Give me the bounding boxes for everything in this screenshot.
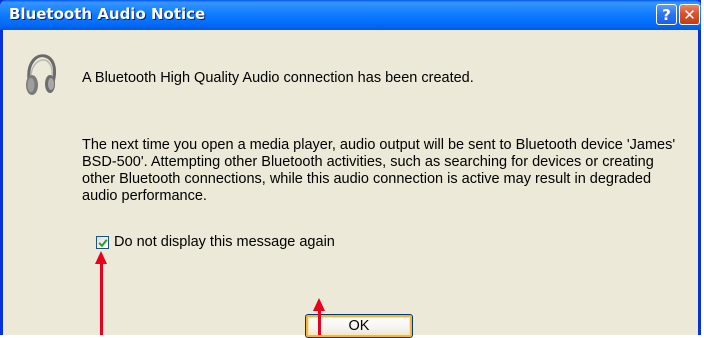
checkmark-icon (98, 238, 108, 247)
dont-show-again-option[interactable]: Do not display this message again (96, 233, 335, 251)
window-title: Bluetooth Audio Notice (9, 5, 206, 23)
dont-show-again-label: Do not display this message again (114, 233, 335, 250)
headline-message: A Bluetooth High Quality Audio connectio… (82, 70, 474, 86)
annotation-arrow-ok (318, 310, 321, 335)
dialog-body: A Bluetooth High Quality Audio connectio… (3, 30, 698, 338)
ok-button[interactable]: OK (305, 314, 413, 338)
headphones-icon (23, 50, 57, 98)
help-button[interactable]: ? (656, 4, 677, 25)
annotation-arrow-checkbox (100, 263, 103, 335)
title-bar[interactable]: Bluetooth Audio Notice ? ✕ (0, 0, 701, 30)
close-button[interactable]: ✕ (679, 4, 700, 25)
close-icon: ✕ (683, 5, 696, 24)
dont-show-again-checkbox[interactable] (96, 235, 109, 249)
body-message: The next time you open a media player, a… (82, 137, 676, 204)
dialog-window: Bluetooth Audio Notice ? ✕ A Bluetooth H… (0, 0, 701, 338)
help-icon: ? (662, 5, 671, 24)
ok-button-label: OK (348, 318, 370, 334)
